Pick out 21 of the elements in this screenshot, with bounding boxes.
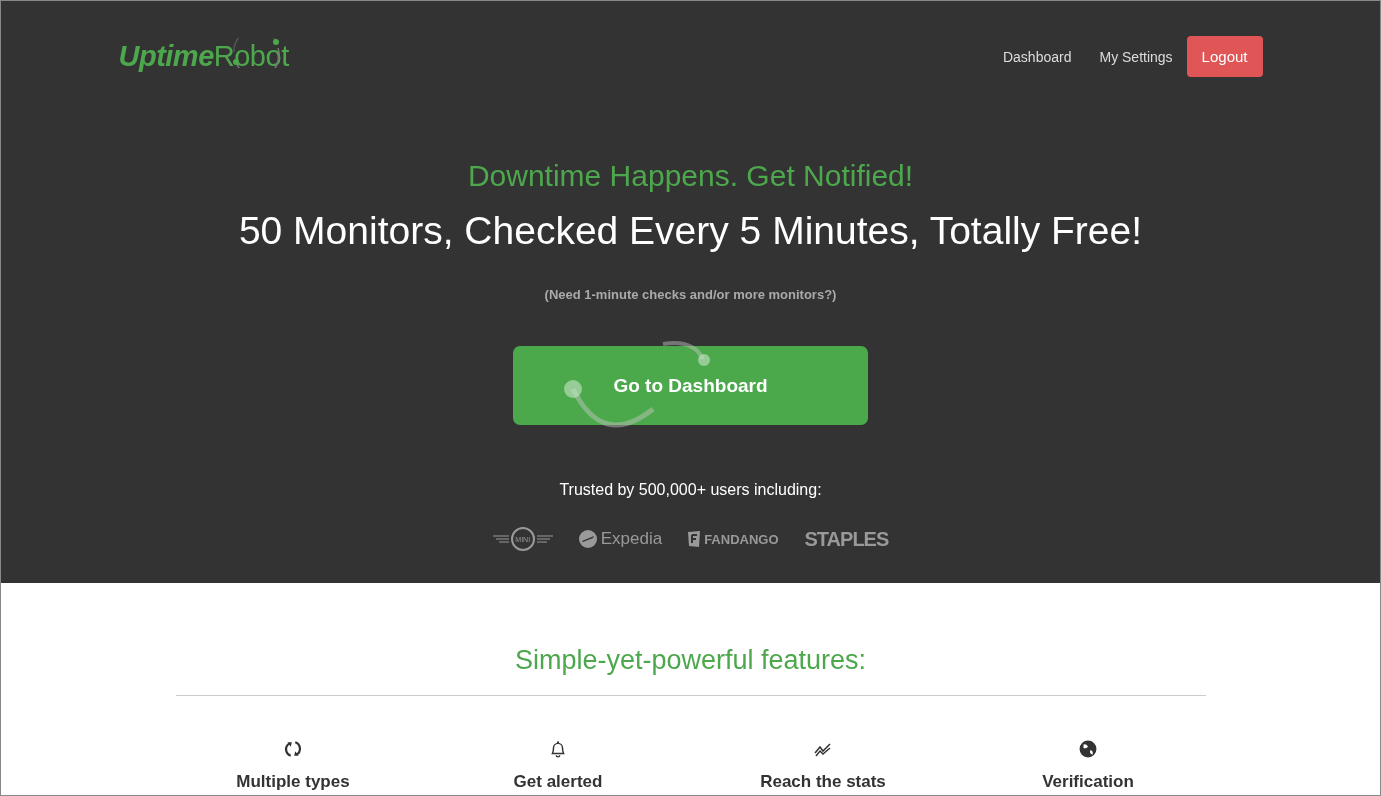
features-heading: Simple-yet-powerful features: xyxy=(514,645,867,676)
upgrade-link[interactable]: (Need 1-minute checks and/or more monitors?) xyxy=(544,287,837,302)
brand-logo[interactable]: UptimeRobot xyxy=(118,39,289,74)
globe-icon xyxy=(1079,740,1097,758)
nav-link[interactable]: Dashboard xyxy=(1002,48,1072,65)
logout-button[interactable]: Logout xyxy=(1186,36,1263,77)
feature-title: Verification xyxy=(1042,772,1134,792)
refresh-icon xyxy=(284,740,302,758)
client-logo: FANDANGO xyxy=(688,531,779,547)
feature-title: Get alerted xyxy=(513,772,603,792)
dashboard-button[interactable]: Go to Dashboard xyxy=(513,346,868,425)
line-chart-icon xyxy=(814,740,832,758)
client-logo: Expedia xyxy=(578,529,663,549)
nav-link[interactable]: My Settings xyxy=(1099,48,1173,65)
bell-icon xyxy=(549,740,567,758)
feature-title: Reach the stats xyxy=(760,772,886,792)
trusted-text: Trusted by 500,000+ users including: xyxy=(559,481,822,499)
feature-title: Multiple types xyxy=(236,772,350,792)
headline: 50 Monitors, Checked Every 5 Minutes, Totally Free! xyxy=(238,209,1143,253)
tagline: Downtime Happens. Get Notified! xyxy=(467,159,914,193)
client-logo: STAPLES xyxy=(804,527,889,551)
